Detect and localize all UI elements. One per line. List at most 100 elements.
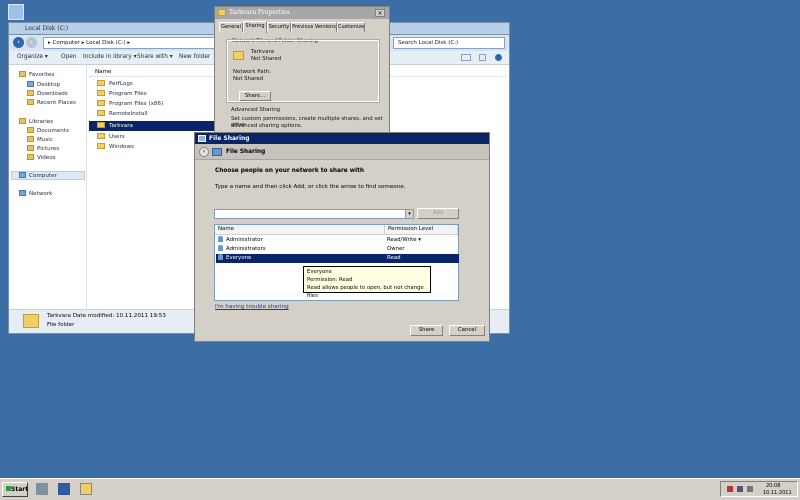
forward-button[interactable]: › xyxy=(26,37,37,48)
desktop-icon xyxy=(27,81,34,87)
cancel-button[interactable]: Cancel xyxy=(449,325,485,336)
folder-share-state: Not Shared xyxy=(251,56,282,62)
share-button[interactable]: Share... xyxy=(239,91,271,101)
user-icon xyxy=(218,236,223,242)
properties-window: Tarkvara Properties × General Sharing Se… xyxy=(214,6,390,134)
clock-date[interactable]: 10.11.2011 xyxy=(763,490,792,496)
navigation-pane: Favorites Desktop Downloads Recent Place… xyxy=(9,65,87,309)
nav-network[interactable]: Network xyxy=(19,190,52,197)
powershell-icon[interactable] xyxy=(58,483,70,495)
permission-value: Owner xyxy=(387,246,405,252)
file-sharing-header-text: File Sharing xyxy=(226,149,266,155)
folder-icon xyxy=(23,314,39,328)
file-sharing-header: ‹ File Sharing xyxy=(195,144,489,160)
recycle-bin-icon[interactable] xyxy=(8,4,24,20)
toolbar-open[interactable]: Open xyxy=(61,54,76,60)
toolbar-share-with[interactable]: Share with ▾ xyxy=(137,54,173,60)
advanced-text-line2: advanced sharing options. xyxy=(231,123,303,129)
volume-icon[interactable] xyxy=(747,486,753,492)
tab-sharing[interactable]: Sharing xyxy=(243,21,267,33)
folder-icon xyxy=(97,110,105,116)
file-row[interactable]: Users xyxy=(97,132,125,142)
details-line1: Tarkvara Date modified: 10.11.2011 19:53 xyxy=(47,313,166,319)
windows-logo-icon xyxy=(6,486,11,491)
start-button[interactable]: Start xyxy=(2,482,28,497)
tab-general[interactable]: General xyxy=(219,22,243,32)
toolbar-organize[interactable]: Organize ▾ xyxy=(17,54,48,60)
explorer-title: Local Disk (C:) xyxy=(25,25,69,32)
nav-favorites[interactable]: Favorites xyxy=(19,71,54,78)
help-icon[interactable] xyxy=(495,54,502,61)
tooltip-line: Read allows people to open, but not chan… xyxy=(307,285,424,299)
nav-item-recent-places[interactable]: Recent Places xyxy=(27,99,76,106)
videos-icon xyxy=(27,154,34,160)
nav-libraries[interactable]: Libraries xyxy=(19,118,53,125)
alert-icon[interactable] xyxy=(727,486,733,492)
file-row[interactable]: PerfLogs xyxy=(97,79,133,89)
properties-titlebar[interactable]: Tarkvara Properties × xyxy=(215,7,389,19)
tooltip-line: Everyone xyxy=(307,269,332,275)
tab-security[interactable]: Security xyxy=(267,22,291,32)
column-permission-level[interactable]: Permission Level xyxy=(385,225,458,235)
network-share-icon xyxy=(198,135,206,142)
server-manager-icon[interactable] xyxy=(36,483,48,495)
nav-item-documents[interactable]: Documents xyxy=(27,127,69,134)
documents-icon xyxy=(27,127,34,133)
network-status-icon[interactable] xyxy=(737,486,743,492)
toolbar-new-folder[interactable]: New folder xyxy=(179,54,210,60)
permission-value[interactable]: Read xyxy=(387,254,401,263)
nav-item-music[interactable]: Music xyxy=(27,136,53,143)
column-name[interactable]: Name xyxy=(215,225,385,235)
recent-places-icon xyxy=(27,99,34,105)
network-path-label: Network Path: xyxy=(233,69,271,75)
permission-dropdown[interactable]: Read/Write ▾ xyxy=(387,236,421,245)
table-row[interactable]: Administrator Read/Write ▾ xyxy=(216,236,459,245)
add-button[interactable]: Add xyxy=(417,208,459,219)
chevron-down-icon[interactable]: ▾ xyxy=(405,210,413,218)
preview-pane-icon[interactable] xyxy=(479,54,486,61)
file-row[interactable]: Program Files xyxy=(97,89,147,99)
libraries-icon xyxy=(19,118,26,124)
tooltip-line: Permission: Read xyxy=(307,277,353,283)
nav-item-pictures[interactable]: Pictures xyxy=(27,145,59,152)
folder-icon xyxy=(218,9,226,16)
file-row[interactable]: Windows xyxy=(97,142,134,152)
folder-icon xyxy=(97,143,105,149)
tab-previous-versions[interactable]: Previous Versions xyxy=(291,22,337,32)
music-icon xyxy=(27,136,34,142)
star-icon xyxy=(19,71,26,77)
nav-computer[interactable]: Computer xyxy=(19,172,57,179)
network-path-value: Not Shared xyxy=(233,76,264,82)
section-advanced-sharing: Advanced Sharing xyxy=(231,107,281,113)
permission-tooltip: Everyone Permission: Read Read allows pe… xyxy=(303,266,431,299)
back-arrow-icon[interactable]: ‹ xyxy=(199,147,209,157)
toolbar-include-library[interactable]: Include in library ▾ xyxy=(83,54,136,60)
downloads-icon xyxy=(27,90,34,96)
file-sharing-title: File Sharing xyxy=(209,135,250,142)
back-button[interactable]: ‹ xyxy=(13,37,24,48)
explorer-taskbar-icon[interactable] xyxy=(80,483,92,495)
table-row[interactable]: Administrators Owner xyxy=(216,245,459,254)
share-button[interactable]: Share xyxy=(410,325,443,336)
column-name[interactable]: Name xyxy=(95,69,112,75)
folder-icon xyxy=(233,51,244,60)
file-row[interactable]: RemoteInstall xyxy=(97,109,147,119)
file-row-selected[interactable]: Tarkvara xyxy=(97,121,133,131)
network-share-icon xyxy=(212,148,222,156)
file-row[interactable]: Program Files (x86) xyxy=(97,99,163,109)
nav-item-downloads[interactable]: Downloads xyxy=(27,90,68,97)
tab-customize[interactable]: Customize xyxy=(337,22,365,32)
pictures-icon xyxy=(27,145,34,151)
computer-icon xyxy=(19,172,26,178)
nav-item-videos[interactable]: Videos xyxy=(27,154,56,161)
table-row-selected[interactable]: Everyone Read xyxy=(216,254,459,263)
views-icon[interactable] xyxy=(461,54,471,61)
nav-item-desktop[interactable]: Desktop xyxy=(27,81,60,88)
close-icon[interactable]: × xyxy=(375,9,385,17)
trouble-sharing-link[interactable]: I'm having trouble sharing xyxy=(215,304,289,310)
clock-time[interactable]: 20:08 xyxy=(766,483,780,489)
search-input[interactable]: Search Local Disk (C:) xyxy=(393,37,505,49)
file-sharing-titlebar[interactable]: File Sharing xyxy=(195,133,489,144)
user-name-combobox[interactable]: ▾ xyxy=(214,209,414,219)
folder-name: Tarkvara xyxy=(251,49,275,55)
